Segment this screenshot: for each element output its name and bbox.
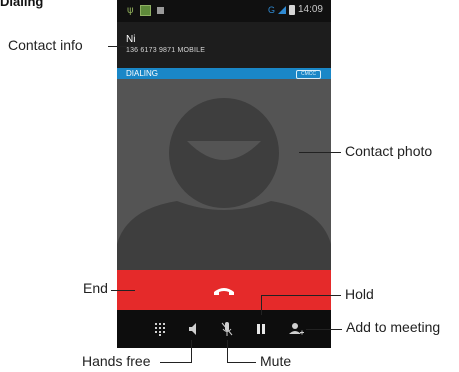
mute-mic-icon[interactable] [218,321,236,337]
end-call-area [117,270,331,310]
status-time: 14:09 [297,4,323,15]
contact-info: Ni 136 6173 9871 MOBILE [117,22,331,68]
hold-pause-icon[interactable] [252,321,270,337]
annotation-line-contact-info [108,46,136,47]
annotation-line-mute-h [227,362,256,363]
dialpad-icon[interactable] [151,321,169,337]
contact-number: 136 6173 9871 MOBILE [126,47,206,54]
contact-photo [117,79,331,270]
call-status: DIALING [126,69,159,78]
annotation-add-to-meeting: Add to meeting [346,319,441,335]
annotation-line-hands-free-v [191,340,192,363]
status-bar: ψ G 14:09 [117,0,331,22]
notification-icon [156,7,164,14]
call-status-bar: DIALING CMCC [117,68,331,79]
annotation-line-add-to-meeting [306,329,342,330]
annotation-hold: Hold [345,286,374,302]
annotation-line-contact-photo [299,152,341,153]
end-call-icon[interactable] [213,284,235,296]
annotation-line-hold-h [261,295,341,296]
speaker-icon[interactable] [183,321,201,337]
annotation-line-end [111,290,135,291]
carrier-badge: CMCC [296,70,321,79]
image-icon [139,5,151,16]
network-type: G [267,4,275,15]
annotation-line-hands-free-h [160,362,192,363]
annotation-end: End [83,280,108,296]
in-call-controls [117,310,331,348]
annotation-contact-photo: Contact photo [345,143,433,159]
annotation-hands-free: Hands free [82,353,151,369]
default-avatar-icon [117,98,331,270]
contact-name: Ni [126,34,136,45]
section-title: Dialing [0,0,44,9]
signal-icon [277,5,286,14]
annotation-contact-info: Contact info [8,37,83,53]
annotation-line-mute-v [227,340,228,363]
annotation-mute: Mute [260,353,292,369]
battery-icon [288,4,295,15]
annotation-line-hold-v [261,295,262,315]
usb-icon: ψ [127,5,134,16]
add-person-icon[interactable] [287,321,305,337]
